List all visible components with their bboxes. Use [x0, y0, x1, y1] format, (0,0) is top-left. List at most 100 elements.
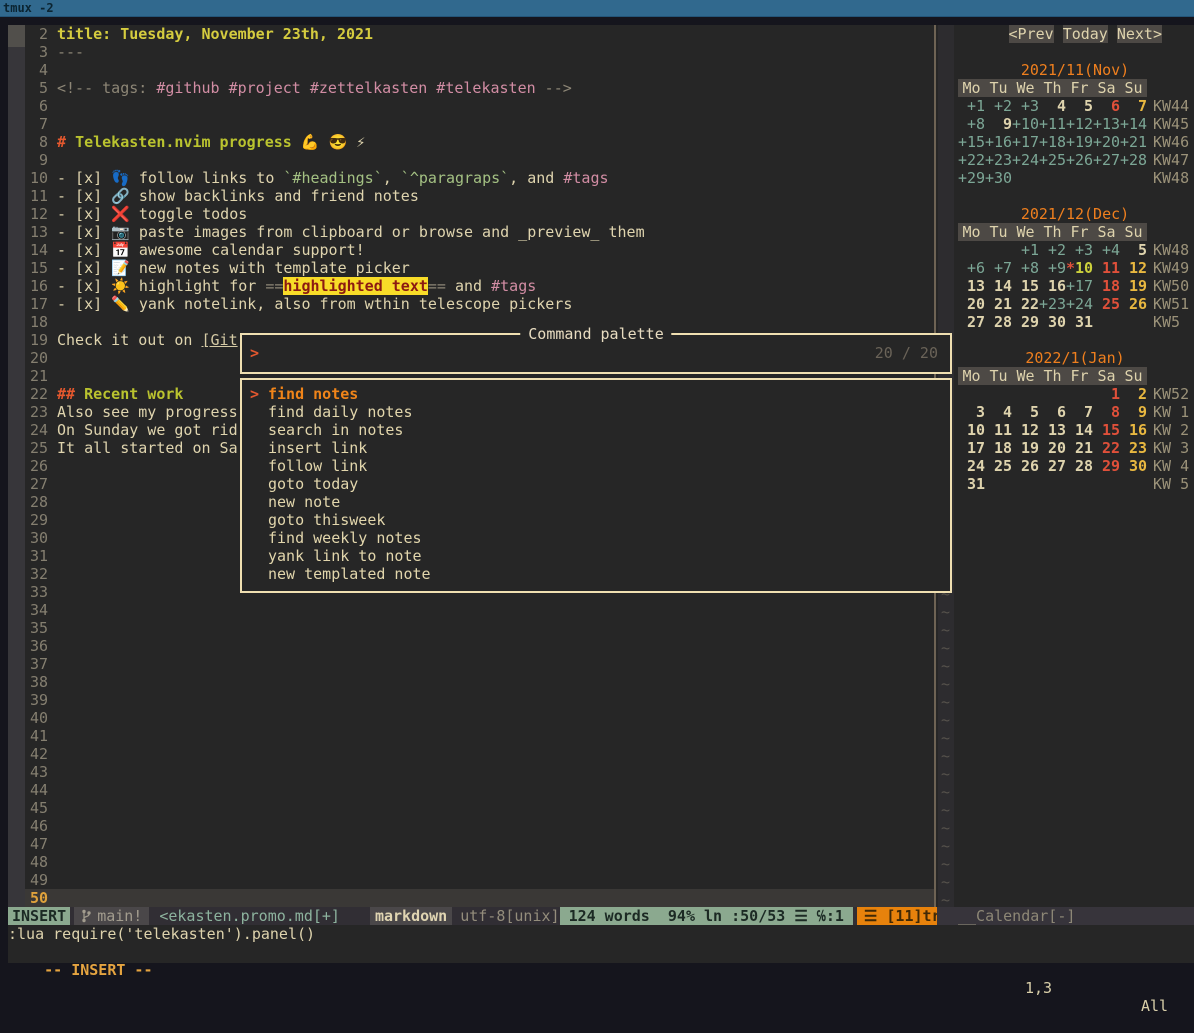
calendar-day[interactable]: +8	[958, 115, 985, 133]
calendar-day[interactable]: +13	[1093, 115, 1120, 133]
calendar-day[interactable]: 6	[1093, 97, 1120, 115]
calendar-day[interactable]: +9	[1039, 259, 1066, 277]
calendar-day[interactable]: 7	[1120, 97, 1147, 115]
calendar-day[interactable]: +24	[1066, 295, 1093, 313]
palette-prompt-caret[interactable]: >	[250, 344, 259, 362]
calendar-day[interactable]: 28	[985, 313, 1012, 331]
palette-item[interactable]: find weekly notes	[242, 529, 950, 547]
calendar-day[interactable]: 4	[1039, 97, 1066, 115]
palette-item[interactable]: new note	[242, 493, 950, 511]
calendar-day[interactable]: 19	[1120, 277, 1147, 295]
calendar-day[interactable]: 26	[1120, 295, 1147, 313]
palette-item[interactable]: insert link	[242, 439, 950, 457]
calendar-day[interactable]: +30	[985, 169, 1012, 187]
calendar-day[interactable]: +3	[1012, 97, 1039, 115]
calendar-day[interactable]: +15	[958, 133, 985, 151]
calendar-day[interactable]: 12	[1012, 421, 1039, 439]
calendar-day[interactable]: +19	[1066, 133, 1093, 151]
calendar-day[interactable]: +23	[985, 151, 1012, 169]
palette-item[interactable]: goto thisweek	[242, 511, 950, 529]
calendar-day[interactable]: +28	[1120, 151, 1147, 169]
calendar-day[interactable]: 7	[1066, 403, 1093, 421]
calendar-day[interactable]: *10	[1066, 259, 1093, 277]
calendar-day[interactable]: 28	[1066, 457, 1093, 475]
vim-command-line[interactable]: :lua require('telekasten').panel()	[8, 925, 1194, 943]
calendar-day[interactable]: 5	[1012, 403, 1039, 421]
calendar-day[interactable]: 11	[1093, 259, 1120, 277]
calendar-day[interactable]: +29	[958, 169, 985, 187]
palette-item[interactable]: search in notes	[242, 421, 950, 439]
calendar-day[interactable]: 5	[1066, 97, 1093, 115]
calendar-day[interactable]: 17	[958, 439, 985, 457]
calendar-day[interactable]: 14	[1066, 421, 1093, 439]
palette-item[interactable]: new templated note	[242, 565, 950, 583]
calendar-day[interactable]: 27	[958, 313, 985, 331]
palette-item[interactable]: follow link	[242, 457, 950, 475]
calendar-day[interactable]: +23	[1039, 295, 1066, 313]
calendar-day[interactable]: 20	[958, 295, 985, 313]
calendar-day[interactable]: +14	[1120, 115, 1147, 133]
calendar-day[interactable]: +7	[985, 259, 1012, 277]
calendar-day[interactable]: 21	[1066, 439, 1093, 457]
calendar-day[interactable]: +25	[1039, 151, 1066, 169]
calendar-day[interactable]: +21	[1120, 133, 1147, 151]
calendar-day[interactable]: 31	[958, 475, 985, 493]
calendar-day[interactable]: 25	[1093, 295, 1120, 313]
calendar-day[interactable]: 15	[1012, 277, 1039, 295]
calendar-day[interactable]: 9	[985, 115, 1012, 133]
calendar-day[interactable]: 2	[1120, 385, 1147, 403]
calendar-day[interactable]: 29	[1012, 313, 1039, 331]
calendar-day[interactable]: +17	[1066, 277, 1093, 295]
palette-item[interactable]: yank link to note	[242, 547, 950, 565]
calendar-day[interactable]: 1	[1093, 385, 1120, 403]
calendar-day[interactable]: 16	[1039, 277, 1066, 295]
calendar-day[interactable]: +24	[1012, 151, 1039, 169]
calendar-day[interactable]: +27	[1093, 151, 1120, 169]
calendar-day[interactable]: +16	[985, 133, 1012, 151]
calendar-day[interactable]: +3	[1066, 241, 1093, 259]
calendar-day[interactable]: +8	[1012, 259, 1039, 277]
calendar-day[interactable]: 18	[1093, 277, 1120, 295]
calendar-day[interactable]: +22	[958, 151, 985, 169]
calendar-day[interactable]: +2	[985, 97, 1012, 115]
calendar-day[interactable]: 30	[1039, 313, 1066, 331]
calendar-day[interactable]: +12	[1066, 115, 1093, 133]
calendar-day[interactable]: +17	[1012, 133, 1039, 151]
calendar-day[interactable]: 8	[1093, 403, 1120, 421]
calendar-day[interactable]: 11	[985, 421, 1012, 439]
calendar-day[interactable]: 30	[1120, 457, 1147, 475]
next-month-button[interactable]: Next>	[1117, 25, 1162, 43]
calendar-day[interactable]: 26	[1012, 457, 1039, 475]
calendar-day[interactable]: 5	[1120, 241, 1147, 259]
calendar-day[interactable]: +26	[1066, 151, 1093, 169]
calendar-day[interactable]: 4	[985, 403, 1012, 421]
calendar-day[interactable]: +1	[958, 97, 985, 115]
palette-item[interactable]: >find notes	[242, 385, 950, 403]
palette-item[interactable]: goto today	[242, 475, 950, 493]
today-button[interactable]: Today	[1063, 25, 1108, 43]
calendar-day[interactable]: 3	[958, 403, 985, 421]
calendar-day[interactable]: 22	[1093, 439, 1120, 457]
calendar-day[interactable]: 13	[1039, 421, 1066, 439]
calendar-day[interactable]: 20	[1039, 439, 1066, 457]
calendar-day[interactable]: 18	[985, 439, 1012, 457]
calendar-day[interactable]: 21	[985, 295, 1012, 313]
palette-item[interactable]: find daily notes	[242, 403, 950, 421]
calendar-day[interactable]: 14	[985, 277, 1012, 295]
calendar-day[interactable]: 31	[1066, 313, 1093, 331]
calendar-day[interactable]: +18	[1039, 133, 1066, 151]
calendar-day[interactable]: 25	[985, 457, 1012, 475]
calendar-day[interactable]: 9	[1120, 403, 1147, 421]
calendar-day[interactable]: 12	[1120, 259, 1147, 277]
calendar-day[interactable]: 24	[958, 457, 985, 475]
calendar-day[interactable]: 13	[958, 277, 985, 295]
calendar-day[interactable]: 10	[958, 421, 985, 439]
calendar-day[interactable]: +11	[1039, 115, 1066, 133]
calendar-day[interactable]: +20	[1093, 133, 1120, 151]
calendar-day[interactable]: 6	[1039, 403, 1066, 421]
calendar-day[interactable]: +4	[1093, 241, 1120, 259]
calendar-day[interactable]: 27	[1039, 457, 1066, 475]
calendar-day[interactable]: +6	[958, 259, 985, 277]
calendar-day[interactable]: 23	[1120, 439, 1147, 457]
calendar-day[interactable]: 15	[1093, 421, 1120, 439]
